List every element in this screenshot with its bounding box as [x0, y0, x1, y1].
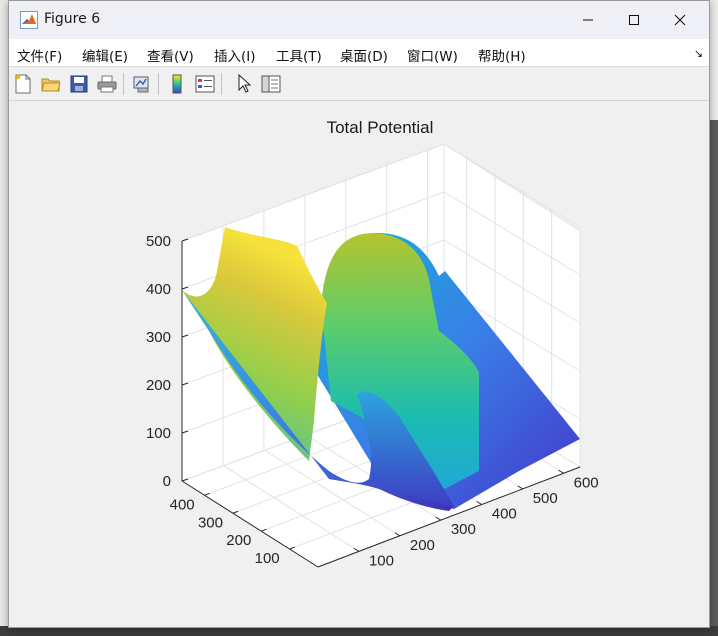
z-tick-label: 300: [146, 329, 171, 346]
link-plot-icon: [133, 76, 149, 93]
figure-canvas[interactable]: 0 100 200 300 400 500 100 200 300 400 500 600 100 2…: [9, 101, 709, 627]
menu-edit[interactable]: 编辑(E): [82, 45, 128, 65]
link-plot-button[interactable]: [130, 72, 154, 96]
menu-view[interactable]: 查看(V): [147, 45, 194, 65]
maximize-icon: [629, 15, 639, 25]
property-inspector-button[interactable]: [259, 72, 283, 96]
x-tick-label: 300: [451, 521, 476, 538]
y-tick-label: 200: [226, 532, 251, 549]
x-tick-label: 200: [410, 537, 435, 554]
x-tick-label: 400: [492, 506, 517, 523]
legend-icon: [195, 75, 215, 93]
menu-bar: 文件(F) 编辑(E) 查看(V) 插入(I) 工具(T) 桌面(D) 窗口(W…: [9, 39, 709, 67]
x-tick-label: 600: [574, 474, 599, 491]
surface-plot[interactable]: 0100200300400500 100200300400500600 1002…: [9, 101, 709, 627]
z-tick-label: 100: [146, 425, 171, 442]
title-bar[interactable]: Figure 6: [9, 1, 709, 39]
cursor-arrow-icon: [238, 74, 252, 93]
insert-legend-button[interactable]: [193, 72, 217, 96]
folder-icon: [41, 78, 61, 92]
x-tick-label: 100: [369, 552, 394, 569]
new-figure-button[interactable]: [11, 72, 35, 96]
toolbar: [9, 67, 709, 101]
y-tick-label: 400: [170, 496, 195, 513]
insert-colorbar-button[interactable]: [165, 72, 189, 96]
figure-window: Figure 6 文件(F) 编辑(E) 查看(V) 插入(I) 工具(T) 桌…: [8, 0, 710, 628]
menu-tools[interactable]: 工具(T): [276, 45, 322, 65]
x-tick-label: 500: [533, 490, 558, 507]
colorbar-icon: [172, 74, 182, 94]
z-tick-label: 200: [146, 377, 171, 394]
property-panel-icon: [261, 75, 281, 93]
menu-insert[interactable]: 插入(I): [214, 45, 256, 65]
menu-help[interactable]: 帮助(H): [478, 45, 526, 65]
maximize-button[interactable]: [611, 1, 657, 39]
window-title: Figure 6: [44, 11, 101, 27]
close-button[interactable]: [657, 1, 703, 39]
new-file-icon: [15, 74, 31, 94]
open-file-button[interactable]: [39, 72, 63, 96]
z-tick-label: 500: [146, 233, 171, 250]
floppy-disk-icon: [70, 75, 88, 93]
minimize-icon: [583, 19, 593, 21]
toolbar-separator: [158, 73, 159, 95]
menu-desktop[interactable]: 桌面(D): [340, 45, 388, 65]
menu-window[interactable]: 窗口(W): [407, 45, 458, 65]
edit-plot-button[interactable]: [232, 72, 256, 96]
z-tick-label: 400: [146, 281, 171, 298]
menu-file[interactable]: 文件(F): [17, 45, 62, 65]
matlab-icon: [20, 11, 38, 29]
close-icon: [674, 14, 686, 26]
printer-icon: [97, 75, 117, 93]
y-tick-label: 100: [255, 550, 280, 567]
toolbar-separator: [123, 73, 124, 95]
toolbar-separator: [221, 73, 222, 95]
z-tick-label: 0: [163, 473, 171, 490]
dock-arrow-icon[interactable]: ↘: [694, 47, 703, 60]
y-tick-label: 300: [198, 514, 223, 531]
print-button[interactable]: [95, 72, 119, 96]
minimize-button[interactable]: [565, 1, 611, 39]
save-button[interactable]: [67, 72, 91, 96]
chart-title: Total Potential: [327, 118, 434, 137]
